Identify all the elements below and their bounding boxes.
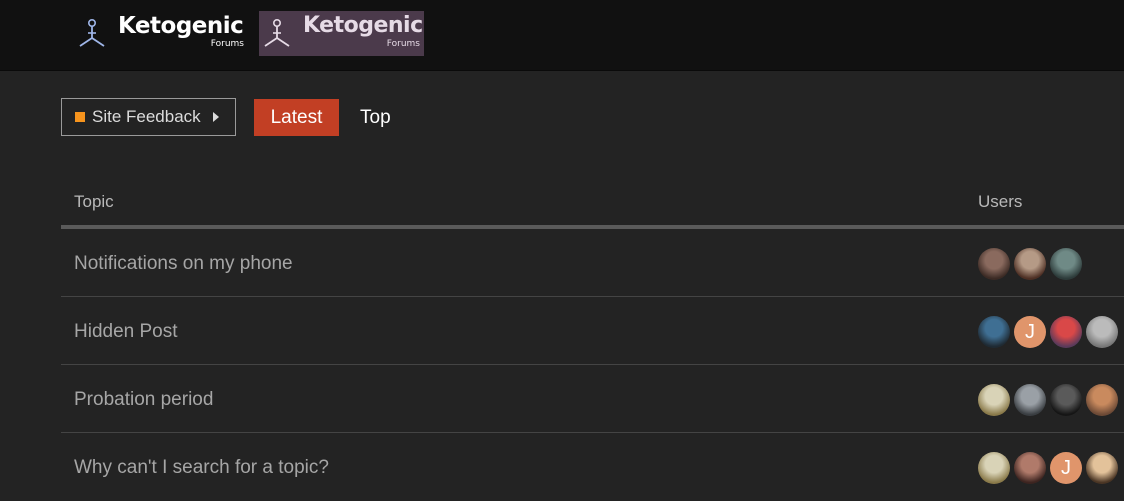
- user-avatar[interactable]: J: [1014, 316, 1046, 348]
- tab-top[interactable]: Top: [360, 99, 391, 136]
- topic-title-link[interactable]: Hidden Post: [74, 321, 178, 343]
- site-logo[interactable]: Ketogenic Forums: [74, 11, 252, 56]
- user-avatar[interactable]: [1086, 316, 1118, 348]
- logo-subtitle: Forums: [210, 39, 244, 49]
- topic-row: Why can't I search for a topic? J: [61, 433, 1124, 501]
- category-color-swatch: [75, 112, 85, 122]
- column-header-topic[interactable]: Topic: [74, 192, 114, 212]
- site-logo-secondary[interactable]: Ketogenic Forums: [259, 11, 424, 56]
- user-avatar[interactable]: [1086, 384, 1118, 416]
- topic-row: Notifications on my phone: [61, 229, 1124, 297]
- topic-list: Topic Users Notifications on my phone Hid…: [61, 170, 1124, 501]
- user-avatar[interactable]: [1050, 384, 1082, 416]
- topic-rows: Notifications on my phone Hidden Post J Pro…: [61, 229, 1124, 501]
- topic-title-link[interactable]: Notifications on my phone: [74, 253, 293, 275]
- logo-wordmark: Ketogenic: [303, 13, 423, 38]
- topic-title-link[interactable]: Why can't I search for a topic?: [74, 457, 329, 479]
- user-avatar[interactable]: [978, 316, 1010, 348]
- site-header: Ketogenic Forums Ketogenic Forums: [0, 0, 1124, 71]
- topic-title-link[interactable]: Probation period: [74, 389, 213, 411]
- user-avatar[interactable]: [1086, 452, 1118, 484]
- logo-subtitle: Forums: [386, 39, 420, 49]
- user-avatar[interactable]: [1050, 316, 1082, 348]
- topic-row: Probation period: [61, 365, 1124, 433]
- user-avatar[interactable]: [978, 452, 1010, 484]
- user-avatar[interactable]: [1014, 248, 1046, 280]
- user-avatar[interactable]: [1050, 248, 1082, 280]
- column-header-users: Users: [978, 192, 1023, 211]
- topic-list-header: Topic Users: [61, 170, 1124, 229]
- category-dropdown[interactable]: Site Feedback: [61, 98, 236, 136]
- user-avatar[interactable]: J: [1050, 452, 1082, 484]
- caret-right-icon: [212, 112, 219, 122]
- user-avatar[interactable]: [1014, 384, 1046, 416]
- user-avatar[interactable]: [978, 384, 1010, 416]
- keto-molecule-icon: [79, 18, 105, 47]
- category-label: Site Feedback: [92, 107, 201, 126]
- topic-row: Hidden Post J: [61, 297, 1124, 365]
- tab-latest[interactable]: Latest: [254, 99, 339, 136]
- keto-molecule-icon: [264, 18, 290, 47]
- logo-wordmark: Ketogenic: [118, 13, 244, 39]
- user-avatar[interactable]: [1014, 452, 1046, 484]
- user-avatar[interactable]: [978, 248, 1010, 280]
